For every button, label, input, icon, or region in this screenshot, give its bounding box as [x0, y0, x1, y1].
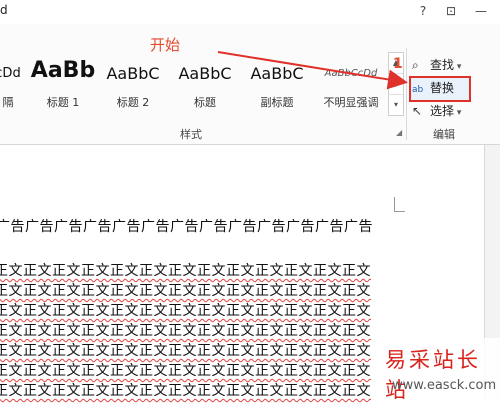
- margin-corner-mark: [394, 197, 405, 212]
- body-text-line[interactable]: 正文正文正文正文正文正文正文正文正文正文正文正文正文: [0, 320, 371, 340]
- body-text-line[interactable]: 正文正文正文正文正文正文正文正文正文正文正文正文正文: [0, 260, 371, 280]
- ad-text-line[interactable]: 广告广告广告广告广告广告广告广告广告广告广告广告广告: [0, 216, 373, 236]
- body-text-line[interactable]: 正文正文正文正文正文正文正文正文正文正文正文正文正文: [0, 380, 371, 400]
- body-text-line[interactable]: 正文正文正文正文正文正文正文正文正文正文正文正文正文: [0, 340, 371, 360]
- watermark-url: www.easck.com: [392, 378, 497, 393]
- arrow-line: [217, 51, 408, 90]
- body-text-line[interactable]: 正文正文正文正文正文正文正文正文正文正文正文正文正文: [0, 300, 371, 320]
- body-text-line[interactable]: 正文正文正文正文正文正文正文正文正文正文正文正文正文: [0, 280, 371, 300]
- body-text-line[interactable]: 正文正文正文正文正文正文正文正文正文正文正文正文正文: [0, 360, 371, 380]
- watermark-logo: 易采站长站: [385, 348, 481, 402]
